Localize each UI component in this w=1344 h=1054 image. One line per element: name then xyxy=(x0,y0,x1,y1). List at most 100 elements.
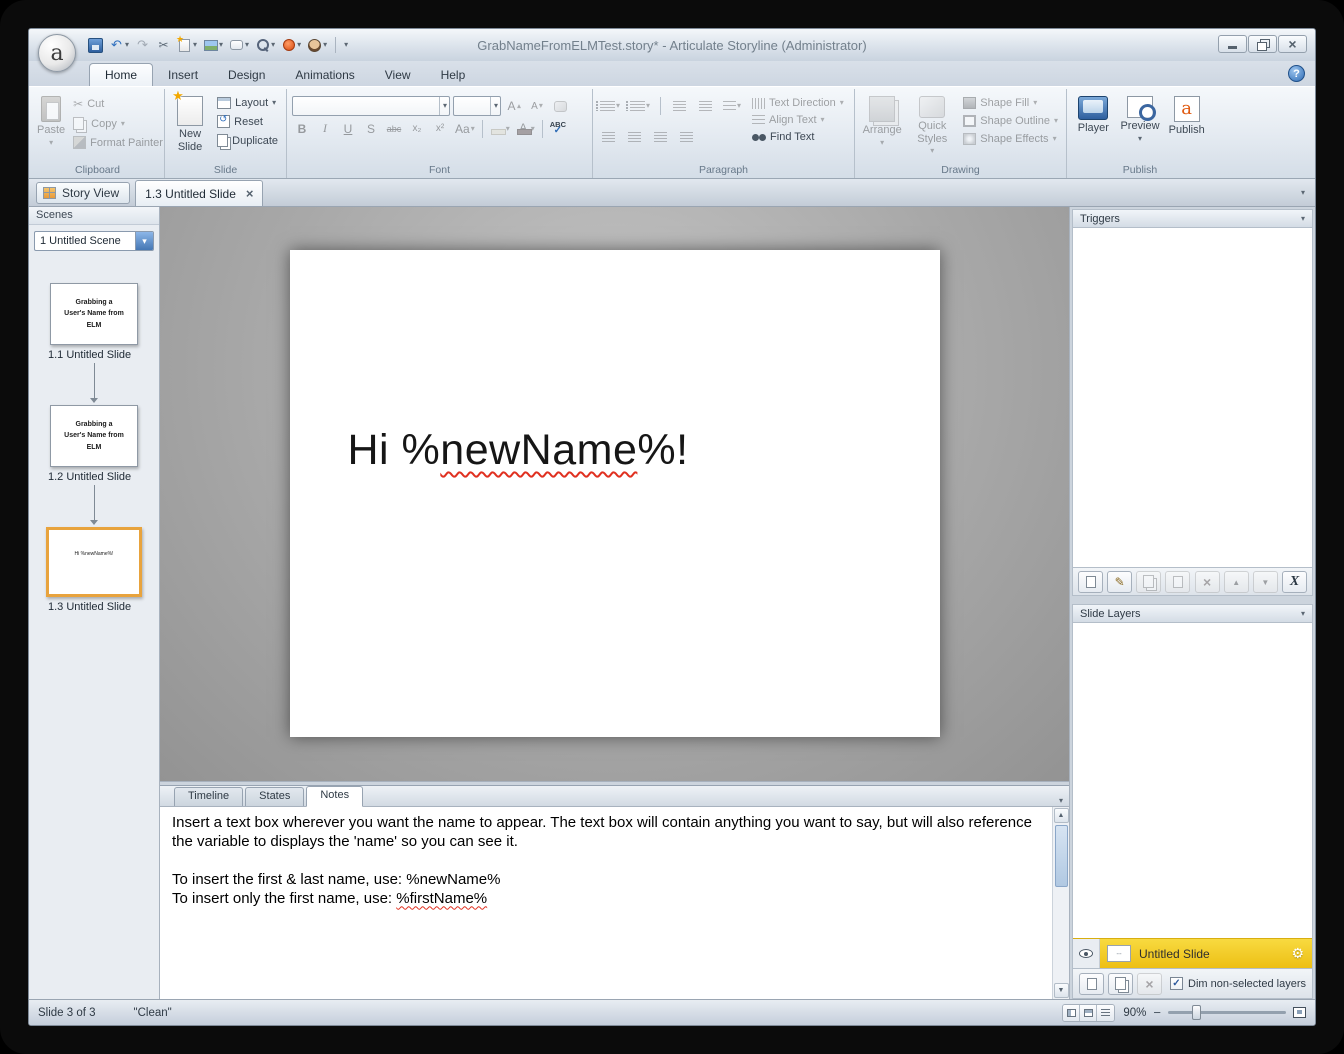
arrange-button[interactable]: Arrange xyxy=(860,92,904,162)
close-button[interactable] xyxy=(1278,35,1307,53)
font-family-combo[interactable] xyxy=(292,96,450,116)
save-button[interactable] xyxy=(87,36,104,55)
slide-tab-active[interactable]: 1.3 Untitled Slide xyxy=(135,180,264,206)
bold-button[interactable]: B xyxy=(292,119,312,138)
paste-button[interactable]: Paste xyxy=(36,92,66,162)
record-screen-button[interactable] xyxy=(280,36,302,55)
delete-layer-button[interactable] xyxy=(1137,972,1162,995)
increase-indent-button[interactable] xyxy=(695,96,715,115)
fit-to-window-icon[interactable] xyxy=(1293,1007,1306,1018)
new-slide-quick-button[interactable] xyxy=(176,34,198,55)
tab-timeline[interactable]: Timeline xyxy=(174,787,244,806)
new-trigger-button[interactable] xyxy=(1078,570,1103,593)
scrollbar-thumb[interactable] xyxy=(1054,825,1068,887)
redo-button[interactable] xyxy=(134,36,151,55)
triggers-header[interactable]: Triggers xyxy=(1072,209,1313,228)
restore-button[interactable] xyxy=(1248,35,1277,53)
preview-button[interactable]: Preview xyxy=(1119,92,1162,162)
tab-notes[interactable]: Notes xyxy=(306,786,364,807)
panel-collapse-button[interactable] xyxy=(1059,790,1063,808)
tab-list-dropdown[interactable] xyxy=(1295,185,1311,201)
justify-button[interactable] xyxy=(676,127,696,146)
slide-thumbnail-1-1[interactable]: Grabbing a User's Name from ELM xyxy=(50,283,138,345)
decrease-indent-button[interactable] xyxy=(669,96,689,115)
clear-formatting-button[interactable] xyxy=(550,97,570,116)
checkbox-checked-icon[interactable] xyxy=(1170,977,1183,990)
scene-select[interactable]: 1 Untitled Scene xyxy=(34,231,154,251)
zoom-slider[interactable] xyxy=(1168,1005,1286,1020)
close-tab-icon[interactable] xyxy=(246,186,254,201)
align-right-button[interactable] xyxy=(650,127,670,146)
tab-view[interactable]: View xyxy=(370,64,426,86)
spelling-button[interactable]: ABC xyxy=(548,119,568,138)
slide-thumbnail-1-3-selected[interactable]: Hi %newName%! xyxy=(46,527,142,597)
layer-gear-icon[interactable] xyxy=(1291,945,1304,962)
slide-text-box[interactable]: Hi %newName%! xyxy=(348,426,689,475)
paste-trigger-button[interactable] xyxy=(1165,570,1191,593)
layout-button[interactable]: Layout xyxy=(214,96,281,110)
zoom-out-icon[interactable]: − xyxy=(1153,1005,1161,1020)
shape-outline-button[interactable]: Shape Outline xyxy=(960,114,1061,128)
tab-states[interactable]: States xyxy=(245,787,305,806)
dim-layers-checkbox-group[interactable]: Dim non-selected layers xyxy=(1170,977,1306,990)
player-button[interactable]: Player xyxy=(1072,92,1115,162)
insert-picture-button[interactable] xyxy=(202,36,224,55)
font-size-combo[interactable] xyxy=(453,96,501,116)
grow-font-button[interactable]: A xyxy=(504,97,524,116)
insert-character-button[interactable] xyxy=(306,36,328,55)
tab-home[interactable]: Home xyxy=(89,63,154,86)
highlight-color-button[interactable] xyxy=(488,119,512,138)
strikethrough-button[interactable]: abc xyxy=(384,119,404,138)
story-view-button[interactable]: Story View xyxy=(36,182,131,204)
insert-caption-button[interactable] xyxy=(228,36,250,55)
align-center-button[interactable] xyxy=(624,127,644,146)
app-logo-icon[interactable]: a xyxy=(38,34,76,72)
align-left-button[interactable] xyxy=(598,127,618,146)
slide[interactable]: Hi %newName%! xyxy=(289,250,940,737)
line-spacing-button[interactable] xyxy=(721,96,743,115)
help-icon[interactable] xyxy=(1288,65,1305,82)
scroll-down-icon[interactable]: ▼ xyxy=(1053,983,1069,998)
undo-button[interactable] xyxy=(108,36,130,55)
new-layer-button[interactable] xyxy=(1079,972,1104,995)
copy-trigger-button[interactable] xyxy=(1136,570,1162,593)
text-direction-button[interactable]: Text Direction xyxy=(749,96,847,110)
font-color-button[interactable]: A xyxy=(515,119,537,138)
numbering-button[interactable] xyxy=(626,96,652,115)
shape-effects-button[interactable]: Shape Effects xyxy=(960,132,1061,146)
cut-quick-button[interactable] xyxy=(155,36,172,55)
scroll-up-icon[interactable]: ▲ xyxy=(1053,808,1069,823)
align-text-button[interactable]: Align Text xyxy=(749,113,847,127)
italic-button[interactable]: I xyxy=(315,119,335,138)
cut-button[interactable]: Cut xyxy=(70,96,166,112)
zoom-slider-handle[interactable] xyxy=(1192,1005,1201,1020)
format-painter-button[interactable]: Format Painter xyxy=(70,135,166,150)
edit-trigger-button[interactable] xyxy=(1107,570,1133,593)
normal-view-toggle[interactable] xyxy=(1080,1004,1098,1021)
slide-layers-header[interactable]: Slide Layers xyxy=(1072,604,1313,623)
underline-button[interactable]: U xyxy=(338,119,358,138)
duplicate-button[interactable]: Duplicate xyxy=(214,133,281,148)
scene-dropdown-icon[interactable] xyxy=(135,232,153,250)
base-layer-row-selected[interactable]: -- Untitled Slide xyxy=(1073,938,1312,968)
new-slide-button[interactable]: New Slide xyxy=(170,89,210,162)
layer-visibility-cell[interactable] xyxy=(1073,939,1100,968)
move-trigger-down-button[interactable] xyxy=(1252,570,1278,593)
change-case-button[interactable]: Aa xyxy=(453,119,477,138)
copy-button[interactable]: Copy xyxy=(70,116,166,131)
tab-design[interactable]: Design xyxy=(213,64,280,86)
quick-styles-button[interactable]: Quick Styles xyxy=(908,92,956,162)
reset-button[interactable]: Reset xyxy=(214,114,281,129)
notes-content[interactable]: Insert a text box wherever you want the … xyxy=(160,807,1052,999)
superscript-button[interactable]: x² xyxy=(430,119,450,138)
duplicate-layer-button[interactable] xyxy=(1108,972,1133,995)
tab-insert[interactable]: Insert xyxy=(153,64,213,86)
slide-thumbnail-1-2[interactable]: Grabbing a User's Name from ELM xyxy=(50,405,138,467)
shape-fill-button[interactable]: Shape Fill xyxy=(960,96,1061,110)
reading-view-toggle[interactable] xyxy=(1097,1004,1115,1021)
story-view-toggle[interactable] xyxy=(1063,1004,1081,1021)
tab-animations[interactable]: Animations xyxy=(280,64,369,86)
shrink-font-button[interactable]: A xyxy=(527,97,547,116)
customize-toolbar-button[interactable] xyxy=(343,36,349,55)
subscript-button[interactable]: x₂ xyxy=(407,119,427,138)
